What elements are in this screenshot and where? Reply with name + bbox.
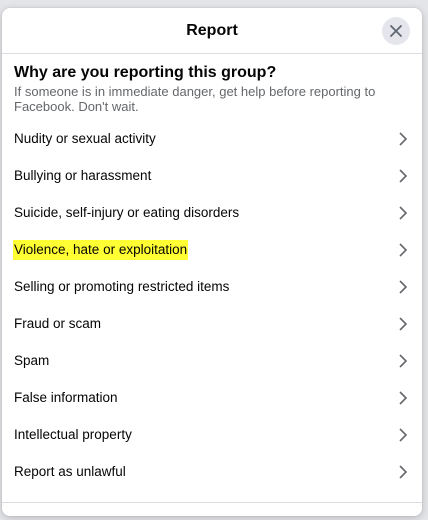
option-label: Spam [14, 352, 50, 368]
option-label: Selling or promoting restricted items [14, 278, 230, 294]
chevron-right-icon [399, 390, 408, 405]
chevron-right-icon [399, 168, 408, 183]
option-nudity[interactable]: Nudity or sexual activity [2, 120, 422, 157]
report-options-list: Nudity or sexual activity Bullying or ha… [2, 120, 422, 490]
intro-section: Why are you reporting this group? If som… [2, 54, 422, 120]
chevron-right-icon [399, 464, 408, 479]
chevron-right-icon [399, 279, 408, 294]
chevron-right-icon [399, 427, 408, 442]
option-label-highlighted: Violence, hate or exploitation [13, 239, 189, 260]
close-icon [390, 25, 402, 37]
option-bullying[interactable]: Bullying or harassment [2, 157, 422, 194]
option-label: Fraud or scam [14, 315, 102, 331]
option-unlawful[interactable]: Report as unlawful [2, 453, 422, 490]
option-label: Suicide, self-injury or eating disorders [14, 204, 240, 220]
dialog-title: Report [186, 21, 238, 39]
option-label: Report as unlawful [14, 463, 126, 479]
help-text: If someone is in immediate danger, get h… [14, 84, 376, 114]
option-spam[interactable]: Spam [2, 342, 422, 379]
option-label: Bullying or harassment [14, 167, 152, 183]
option-intellectual-property[interactable]: Intellectual property [2, 416, 422, 453]
option-suicide[interactable]: Suicide, self-injury or eating disorders [2, 194, 422, 231]
chevron-right-icon [399, 316, 408, 331]
close-button[interactable] [382, 17, 410, 45]
chevron-right-icon [399, 242, 408, 257]
option-fraud[interactable]: Fraud or scam [2, 305, 422, 342]
option-label: Intellectual property [14, 426, 132, 442]
chevron-right-icon [399, 131, 408, 146]
option-restricted-items[interactable]: Selling or promoting restricted items [2, 268, 422, 305]
report-question: Why are you reporting this group? [14, 64, 277, 81]
option-label: Nudity or sexual activity [14, 130, 156, 146]
option-false-information[interactable]: False information [2, 379, 422, 416]
chevron-right-icon [399, 205, 408, 220]
option-label: False information [14, 389, 118, 405]
dialog-header: Report [2, 8, 422, 54]
report-dialog: Report Why are you reporting this group?… [2, 8, 422, 516]
dialog-footer [2, 502, 422, 516]
chevron-right-icon [399, 353, 408, 368]
option-violence[interactable]: Violence, hate or exploitation [2, 231, 422, 268]
